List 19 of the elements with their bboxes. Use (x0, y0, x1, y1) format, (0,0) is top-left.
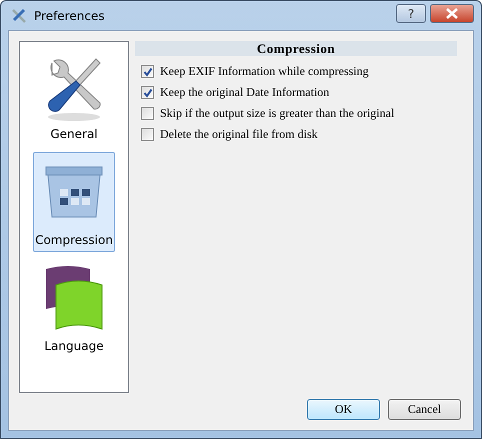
tools-icon (10, 8, 28, 24)
close-icon (445, 8, 459, 19)
category-item[interactable]: Compression (33, 152, 115, 252)
close-button[interactable] (430, 4, 474, 23)
option-label: Keep EXIF Information while compressing (160, 64, 369, 79)
checkbox[interactable] (141, 86, 154, 99)
window-title: Preferences (34, 8, 105, 22)
category-item[interactable]: Language (33, 258, 115, 358)
category-item[interactable]: General (33, 46, 115, 146)
cancel-button[interactable]: Cancel (388, 399, 461, 420)
ok-button[interactable]: OK (307, 399, 380, 420)
checkbox[interactable] (141, 107, 154, 120)
help-button[interactable]: ? (396, 4, 426, 23)
section-header: Compression (135, 41, 457, 56)
checkbox[interactable] (141, 65, 154, 78)
option-label: Skip if the output size is greater than the original (160, 106, 394, 121)
checkbox[interactable] (141, 128, 154, 141)
option-label: Keep the original Date Information (160, 85, 330, 100)
option-label: Delete the original file from disk (160, 127, 318, 142)
